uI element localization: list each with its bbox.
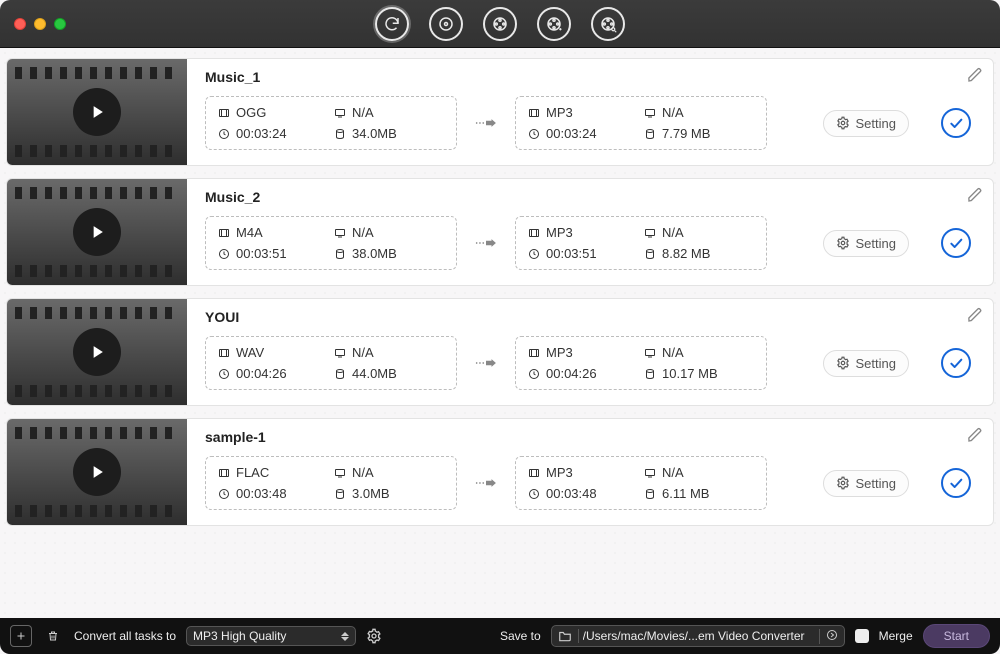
select-check[interactable] — [941, 108, 971, 138]
arrow-icon — [471, 118, 501, 128]
merge-checkbox[interactable] — [855, 629, 869, 643]
source-info: WAV N/A 00:04:26 44.0MB — [205, 336, 457, 390]
edit-icon[interactable] — [967, 187, 983, 206]
save-path-box — [551, 625, 845, 647]
setting-button[interactable]: Setting — [823, 230, 909, 257]
select-check[interactable] — [941, 348, 971, 378]
bottom-bar: Convert all tasks to MP3 High Quality Sa… — [0, 618, 1000, 654]
save-path-input[interactable] — [579, 626, 819, 646]
task-row: YOUI WAV N/A 00:04:26 44.0MB MP3 N/A 00:… — [6, 298, 994, 406]
arrow-icon — [471, 478, 501, 488]
maximize-window[interactable] — [54, 18, 66, 30]
thumbnail[interactable] — [7, 179, 187, 285]
play-icon — [73, 88, 121, 136]
window-controls — [14, 18, 66, 30]
minimize-window[interactable] — [34, 18, 46, 30]
edit-icon[interactable] — [967, 67, 983, 86]
thumbnail[interactable] — [7, 59, 187, 165]
stepper-icon — [341, 632, 349, 641]
task-title: Music_2 — [205, 189, 979, 205]
task-row: Music_2 M4A N/A 00:03:51 38.0MB MP3 N/A … — [6, 178, 994, 286]
task-row: sample-1 FLAC N/A 00:03:48 3.0MB MP3 N/A… — [6, 418, 994, 526]
task-details: FLAC N/A 00:03:48 3.0MB MP3 N/A 00:03:48… — [205, 453, 979, 513]
arrow-icon — [471, 358, 501, 368]
merge-label: Merge — [879, 629, 913, 643]
target-info: MP3 N/A 00:03:48 6.11 MB — [515, 456, 767, 510]
source-info: M4A N/A 00:03:51 38.0MB — [205, 216, 457, 270]
select-check[interactable] — [941, 468, 971, 498]
delete-task-button[interactable] — [42, 625, 64, 647]
arrow-icon — [471, 238, 501, 248]
reel-icon[interactable] — [483, 7, 517, 41]
titlebar — [0, 0, 1000, 48]
add-task-button[interactable] — [10, 625, 32, 647]
task-details: M4A N/A 00:03:51 38.0MB MP3 N/A 00:03:51… — [205, 213, 979, 273]
task-title: sample-1 — [205, 429, 979, 445]
refresh-icon[interactable] — [375, 7, 409, 41]
task-list: Music_1 OGG N/A 00:03:24 34.0MB MP3 N/A … — [0, 48, 1000, 618]
convert-all-label: Convert all tasks to — [74, 629, 176, 643]
task-details: OGG N/A 00:03:24 34.0MB MP3 N/A 00:03:24… — [205, 93, 979, 153]
saveto-label: Save to — [500, 629, 541, 643]
play-icon — [73, 328, 121, 376]
task-title: YOUI — [205, 309, 979, 325]
setting-button[interactable]: Setting — [823, 110, 909, 137]
preset-value: MP3 High Quality — [193, 629, 286, 643]
start-button[interactable]: Start — [923, 624, 990, 648]
open-path-button[interactable] — [819, 629, 844, 644]
disc-icon[interactable] — [429, 7, 463, 41]
preset-select[interactable]: MP3 High Quality — [186, 626, 356, 646]
task-title: Music_1 — [205, 69, 979, 85]
task-details: WAV N/A 00:04:26 44.0MB MP3 N/A 00:04:26… — [205, 333, 979, 393]
close-window[interactable] — [14, 18, 26, 30]
task-row: Music_1 OGG N/A 00:03:24 34.0MB MP3 N/A … — [6, 58, 994, 166]
edit-icon[interactable] — [967, 307, 983, 326]
folder-icon[interactable] — [552, 629, 579, 643]
reel-add-icon[interactable] — [537, 7, 571, 41]
select-check[interactable] — [941, 228, 971, 258]
play-icon — [73, 448, 121, 496]
source-info: FLAC N/A 00:03:48 3.0MB — [205, 456, 457, 510]
edit-icon[interactable] — [967, 427, 983, 446]
preset-settings-icon[interactable] — [366, 628, 382, 644]
source-info: OGG N/A 00:03:24 34.0MB — [205, 96, 457, 150]
thumbnail[interactable] — [7, 419, 187, 525]
target-info: MP3 N/A 00:03:24 7.79 MB — [515, 96, 767, 150]
thumbnail[interactable] — [7, 299, 187, 405]
setting-button[interactable]: Setting — [823, 350, 909, 377]
setting-button[interactable]: Setting — [823, 470, 909, 497]
top-tool-buttons — [375, 7, 625, 41]
target-info: MP3 N/A 00:03:51 8.82 MB — [515, 216, 767, 270]
reel-search-icon[interactable] — [591, 7, 625, 41]
play-icon — [73, 208, 121, 256]
target-info: MP3 N/A 00:04:26 10.17 MB — [515, 336, 767, 390]
